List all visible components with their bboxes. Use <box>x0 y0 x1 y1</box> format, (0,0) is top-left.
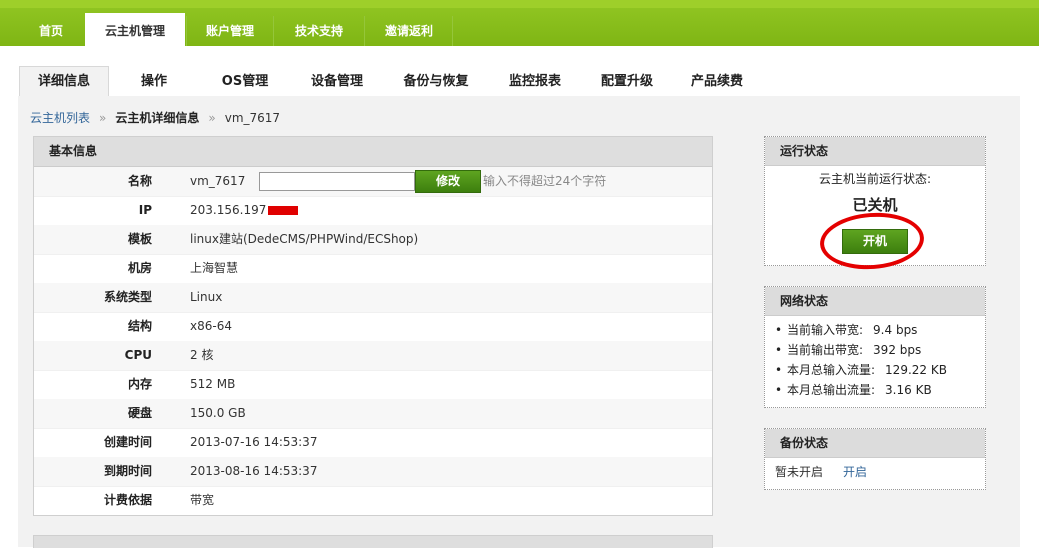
info-row-memory: 内存 512 MB <box>34 370 712 400</box>
nav-home[interactable]: 首页 <box>22 16 80 46</box>
nav-divider <box>452 16 453 46</box>
ip-value-wrap: 203.156.197 <box>190 196 299 225</box>
arch-value: x86-64 <box>190 319 232 333</box>
nav-account[interactable]: 账户管理 <box>186 16 273 46</box>
billing-label: 计费依据 <box>103 493 152 507</box>
run-status-state: 已关机 <box>852 196 898 212</box>
breadcrumb: 云主机列表 » 云主机详细信息 » vm_7617 <box>30 108 280 128</box>
template-label: 模板 <box>127 232 152 246</box>
datacenter-label: 机房 <box>127 261 152 275</box>
enable-backup-link[interactable]: 开启 <box>843 465 867 479</box>
expires-value: 2013-08-16 14:53:37 <box>190 464 318 478</box>
disk-label: 硬盘 <box>127 406 152 420</box>
basic-info-panel: 基本信息 名称 vm_7617 修改 输入不得超过24个字符 IP 203.15… <box>33 136 713 516</box>
red-annotation-circle <box>818 209 926 273</box>
cpu-label: CPU <box>124 348 152 362</box>
tab-monitor[interactable]: 监控报表 <box>494 68 576 96</box>
info-row-template: 模板 linux建站(DedeCMS/PHPWind/ECShop) <box>34 225 712 255</box>
net-item-label: 本月总输出流量: <box>787 383 876 397</box>
net-item-value: 9.4 bps <box>873 323 918 337</box>
tab-os[interactable]: OS管理 <box>205 68 285 96</box>
tab-details[interactable]: 详细信息 <box>19 66 109 97</box>
net-status-title: 网络状态 <box>765 287 985 316</box>
run-status-panel: 运行状态 云主机当前运行状态: 已关机 开机 <box>764 136 986 273</box>
nav-invite[interactable]: 邀请返利 <box>364 16 453 46</box>
info-row-ip: IP 203.156.197 <box>34 196 712 226</box>
backup-status-body: 暂未开启 开启 <box>765 458 985 481</box>
arch-label: 结构 <box>127 319 152 333</box>
breadcrumb-sep-2: » <box>208 111 216 125</box>
tab-devices[interactable]: 设备管理 <box>296 68 378 96</box>
bullet-icon: • <box>775 363 783 377</box>
datacenter-value: 上海智慧 <box>190 261 239 275</box>
billing-value: 带宽 <box>190 493 215 507</box>
bullet-icon: • <box>775 323 783 337</box>
net-status-panel: 网络状态 • 当前输入带宽: 9.4 bps • 当前输出带宽: 392 bps • 本月… <box>764 286 986 408</box>
info-row-cpu: CPU 2 核 <box>34 341 712 371</box>
ip-value: 203.156.197 <box>190 203 267 217</box>
net-item: • 当前输入带宽: 9.4 bps <box>775 320 985 340</box>
breadcrumb-host-list[interactable]: 云主机列表 <box>30 111 90 125</box>
run-status-title: 运行状态 <box>765 137 985 166</box>
name-value: vm_7617 <box>190 174 246 188</box>
name-input[interactable] <box>259 172 415 191</box>
cpu-value: 2 核 <box>190 348 214 362</box>
info-row-os-type: 系统类型 Linux <box>34 283 712 313</box>
os-type-value: Linux <box>190 290 223 304</box>
basic-info-title: 基本信息 <box>34 137 712 167</box>
ip-label: IP <box>138 203 152 217</box>
top-nav: 首页 云主机管理 账户管理 技术支持 邀请返利 <box>0 0 1039 46</box>
tab-backup[interactable]: 备份与恢复 <box>388 68 484 96</box>
tab-operations[interactable]: 操作 <box>118 68 190 96</box>
expires-label: 到期时间 <box>103 464 152 478</box>
nav-support[interactable]: 技术支持 <box>273 16 364 46</box>
backup-state: 暂未开启 <box>775 465 824 479</box>
memory-value: 512 MB <box>190 377 236 391</box>
tab-upgrade[interactable]: 配置升级 <box>586 68 668 96</box>
net-item-value: 129.22 KB <box>885 363 947 377</box>
net-item: • 本月总输出流量: 3.16 KB <box>775 380 985 400</box>
modify-button[interactable]: 修改 <box>415 170 481 193</box>
net-item-label: 本月总输入流量: <box>787 363 876 377</box>
bullet-icon: • <box>775 343 783 357</box>
breadcrumb-sep: » <box>99 111 107 125</box>
info-row-arch: 结构 x86-64 <box>34 312 712 342</box>
net-item-value: 3.16 KB <box>885 383 932 397</box>
created-value: 2013-07-16 14:53:37 <box>190 435 318 449</box>
bullet-icon: • <box>775 383 783 397</box>
disk-value: 150.0 GB <box>190 406 246 420</box>
net-item-value: 392 bps <box>873 343 922 357</box>
template-value: linux建站(DedeCMS/PHPWind/ECShop) <box>190 232 419 246</box>
nav-cloud-host[interactable]: 云主机管理 <box>85 13 185 46</box>
tab-renew[interactable]: 产品续费 <box>676 68 758 96</box>
net-item-label: 当前输入带宽: <box>787 323 864 337</box>
net-item: • 本月总输入流量: 129.22 KB <box>775 360 985 380</box>
backup-status-title: 备份状态 <box>765 429 985 458</box>
breadcrumb-current: 云主机详细信息 <box>115 111 200 125</box>
info-row-billing: 计费依据 带宽 <box>34 486 712 515</box>
info-row-datacenter: 机房 上海智慧 <box>34 254 712 284</box>
name-label: 名称 <box>127 174 152 188</box>
run-status-label: 云主机当前运行状态: <box>818 172 932 186</box>
next-panel-edge <box>33 535 713 548</box>
name-hint: 输入不得超过24个字符 <box>483 174 607 188</box>
memory-label: 内存 <box>127 377 152 391</box>
info-row-disk: 硬盘 150.0 GB <box>34 399 712 429</box>
breadcrumb-vm: vm_7617 <box>224 111 281 125</box>
info-row-expires: 到期时间 2013-08-16 14:53:37 <box>34 457 712 487</box>
ip-redaction <box>268 206 299 215</box>
net-item-label: 当前输出带宽: <box>787 343 864 357</box>
os-type-label: 系统类型 <box>103 290 152 304</box>
net-item: • 当前输出带宽: 392 bps <box>775 340 985 360</box>
tab-bar: 详细信息 操作 OS管理 设备管理 备份与恢复 监控报表 配置升级 产品续费 <box>0 46 1039 97</box>
created-label: 创建时间 <box>103 435 152 449</box>
next-panel-head <box>34 536 712 548</box>
info-row-name: 名称 vm_7617 修改 输入不得超过24个字符 <box>34 167 712 197</box>
backup-status-panel: 备份状态 暂未开启 开启 <box>764 428 986 490</box>
info-row-created: 创建时间 2013-07-16 14:53:37 <box>34 428 712 458</box>
net-status-list: • 当前输入带宽: 9.4 bps • 当前输出带宽: 392 bps • 本月总输入流量… <box>775 320 985 400</box>
